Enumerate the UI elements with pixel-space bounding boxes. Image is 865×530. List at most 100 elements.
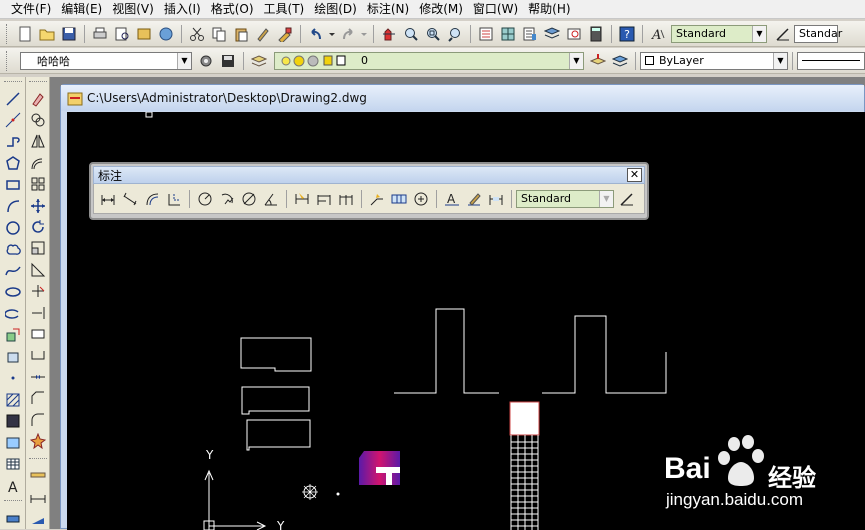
cut-icon[interactable]	[187, 24, 207, 44]
stretch-icon[interactable]	[28, 260, 48, 279]
calculator-icon[interactable]	[586, 24, 606, 44]
line-icon[interactable]	[3, 89, 23, 109]
arc-length-icon[interactable]	[142, 189, 162, 209]
menu-view[interactable]: 视图(V)	[107, 0, 159, 19]
undo-dropdown-icon[interactable]	[328, 24, 336, 44]
scale-icon[interactable]	[28, 239, 48, 258]
polyline-icon[interactable]	[3, 132, 23, 152]
dimension-toolbar-title-bar[interactable]: 标注 ✕	[93, 166, 645, 184]
tool-palettes-icon[interactable]	[520, 24, 540, 44]
spline-icon[interactable]	[3, 261, 23, 281]
tolerance-icon[interactable]	[389, 189, 409, 209]
quick-dimension-icon[interactable]	[292, 189, 312, 209]
ellipse-icon[interactable]	[3, 282, 23, 302]
offset-icon[interactable]	[28, 153, 48, 172]
menu-file[interactable]: 文件(F)	[6, 0, 56, 19]
diameter-dimension-icon[interactable]	[239, 189, 259, 209]
radius-dimension-icon[interactable]	[195, 189, 215, 209]
toolbar-grip[interactable]	[6, 23, 10, 44]
zoom-window-icon[interactable]	[423, 24, 443, 44]
polygon-icon[interactable]	[3, 153, 23, 173]
layer-previous-icon[interactable]	[610, 51, 630, 71]
multiline-text-icon[interactable]: A	[3, 476, 23, 496]
dimension-icon[interactable]	[28, 487, 48, 506]
menu-format[interactable]: 格式(O)	[206, 0, 259, 19]
copy-icon[interactable]	[209, 24, 229, 44]
redo-icon[interactable]	[338, 24, 358, 44]
new-file-icon[interactable]	[15, 24, 35, 44]
zoom-realtime-icon[interactable]	[401, 24, 421, 44]
menu-dimension[interactable]: 标注(N)	[362, 0, 414, 19]
dim-style-combo[interactable]: Standar	[794, 24, 842, 43]
chamfer-icon[interactable]	[28, 389, 48, 408]
break-icon[interactable]	[28, 346, 48, 365]
break-at-point-icon[interactable]	[28, 324, 48, 343]
table-icon[interactable]	[3, 454, 23, 474]
angular-dimension-icon[interactable]	[261, 189, 281, 209]
text-style-icon[interactable]: A	[648, 24, 668, 44]
rotate-icon[interactable]	[28, 217, 48, 236]
web-icon[interactable]	[156, 24, 176, 44]
dimension-style-manager-icon[interactable]	[617, 189, 637, 209]
hatch-icon[interactable]	[3, 390, 23, 410]
toolbar-grip[interactable]	[28, 457, 47, 462]
open-folder-icon[interactable]	[37, 24, 57, 44]
insert-block-icon[interactable]	[3, 325, 23, 345]
quick-leader-icon[interactable]	[367, 189, 387, 209]
match-properties-icon[interactable]	[253, 24, 273, 44]
drawing-title-bar[interactable]: C:\Users\Administrator\Desktop\Drawing2.…	[61, 85, 864, 111]
design-center-icon[interactable]	[498, 24, 518, 44]
explode-icon[interactable]	[28, 431, 48, 450]
menu-draw[interactable]: 绘图(D)	[309, 0, 362, 19]
ruler-icon[interactable]	[28, 466, 48, 485]
point-icon[interactable]	[3, 368, 23, 388]
toolbar-grip[interactable]	[3, 81, 22, 85]
toolbar-grip[interactable]	[3, 500, 22, 504]
save-icon[interactable]	[59, 24, 79, 44]
menu-edit[interactable]: 编辑(E)	[56, 0, 107, 19]
make-object-layer-current-icon[interactable]	[588, 51, 608, 71]
extra-icon[interactable]	[3, 508, 23, 528]
linear-dimension-icon[interactable]	[98, 189, 118, 209]
dimension-edit-icon[interactable]: A	[442, 189, 462, 209]
undo-icon[interactable]	[306, 24, 326, 44]
print-preview-icon[interactable]	[112, 24, 132, 44]
menu-modify[interactable]: 修改(M)	[414, 0, 468, 19]
ordinate-dimension-icon[interactable]	[164, 189, 184, 209]
workspace-combo[interactable]: 哈哈哈 ▼	[20, 51, 192, 70]
help-icon[interactable]: ?	[617, 24, 637, 44]
text-style-combo[interactable]: Standard ▼	[671, 24, 767, 43]
dimension-text-edit-icon[interactable]	[464, 189, 484, 209]
revision-cloud-icon[interactable]	[3, 239, 23, 259]
copy-object-icon[interactable]	[28, 110, 48, 129]
markup-icon[interactable]	[564, 24, 584, 44]
mirror-icon[interactable]	[28, 132, 48, 151]
layer-combo[interactable]: 0 ▼	[274, 51, 584, 70]
baseline-dimension-icon[interactable]	[314, 189, 334, 209]
pan-realtime-icon[interactable]	[379, 24, 399, 44]
menu-help[interactable]: 帮助(H)	[523, 0, 575, 19]
workspace-save-icon[interactable]	[218, 51, 238, 71]
redo-dropdown-icon[interactable]	[360, 24, 368, 44]
construction-line-icon[interactable]	[3, 110, 23, 130]
dimension-update-icon[interactable]	[486, 189, 506, 209]
jogged-dimension-icon[interactable]	[217, 189, 237, 209]
publish-icon[interactable]	[134, 24, 154, 44]
center-mark-icon[interactable]	[411, 189, 431, 209]
workspace-settings-icon[interactable]	[196, 51, 216, 71]
trim-icon[interactable]	[28, 282, 48, 301]
toolbar-grip[interactable]	[28, 81, 47, 85]
gradient-icon[interactable]	[3, 411, 23, 431]
color-combo[interactable]: ByLayer ▼	[640, 51, 788, 70]
make-block-icon[interactable]	[3, 347, 23, 367]
erase-icon[interactable]	[28, 89, 48, 108]
continue-dimension-icon[interactable]	[336, 189, 356, 209]
sheet-set-icon[interactable]	[542, 24, 562, 44]
menu-tools[interactable]: 工具(T)	[259, 0, 310, 19]
zoom-previous-icon[interactable]	[445, 24, 465, 44]
move-icon[interactable]	[28, 196, 48, 215]
paste-icon[interactable]	[231, 24, 251, 44]
block-editor-icon[interactable]	[275, 24, 295, 44]
print-icon[interactable]	[90, 24, 110, 44]
blue-block-icon[interactable]	[28, 509, 48, 528]
